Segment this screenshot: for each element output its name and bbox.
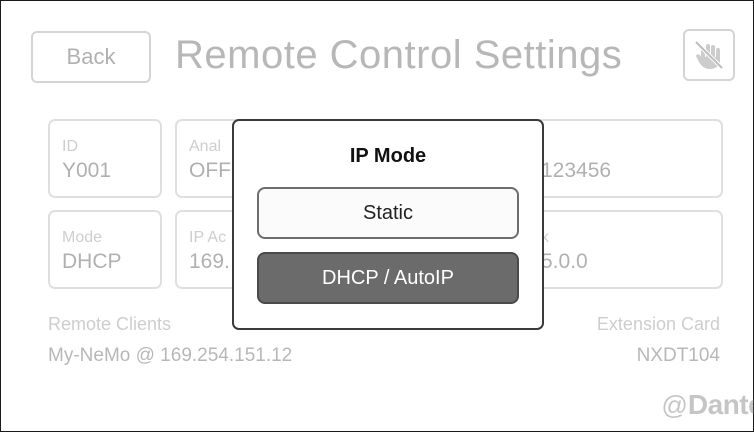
- netmask-value: 5.0.0: [541, 250, 588, 273]
- dante-at-icon: @: [661, 389, 687, 420]
- mode-label: Mode: [62, 229, 103, 246]
- ip-mode-dialog: IP Mode Static DHCP / AutoIP: [232, 119, 544, 330]
- id-field[interactable]: ID Y001: [48, 119, 162, 198]
- mute-button[interactable]: [683, 29, 735, 81]
- dhcp-autoip-option-button[interactable]: DHCP / AutoIP: [257, 252, 519, 304]
- extension-card-label: Extension Card: [596, 314, 720, 334]
- netmask-label: k: [541, 229, 549, 246]
- remote-clients-value: My-NeMo @ 169.254.151.12: [48, 345, 293, 366]
- static-option-button[interactable]: Static: [257, 187, 519, 239]
- remote-clients-label: Remote Clients: [48, 314, 172, 334]
- mode-value: DHCP: [62, 250, 122, 273]
- id-label: ID: [62, 138, 78, 155]
- remote-control-settings-screen: Back Remote Control Settings ID Y001 Ana…: [0, 0, 754, 432]
- mode-field[interactable]: Mode DHCP: [48, 210, 162, 289]
- dante-logo: @ Dante ®: [661, 389, 754, 421]
- netmask-field[interactable]: k 5.0.0: [521, 210, 723, 289]
- serial-field[interactable]: 123456: [521, 119, 723, 198]
- dante-logo-text: Dante: [687, 389, 754, 420]
- serial-label: [541, 138, 721, 156]
- hand-blocked-icon: [694, 40, 724, 70]
- serial-value: 123456: [541, 159, 612, 182]
- extension-card-value: NXDT104: [636, 345, 720, 366]
- back-button[interactable]: Back: [31, 31, 151, 83]
- id-value: Y001: [62, 159, 112, 182]
- ip-mode-dialog-title: IP Mode: [349, 145, 427, 167]
- page-title: Remote Control Settings: [175, 33, 623, 77]
